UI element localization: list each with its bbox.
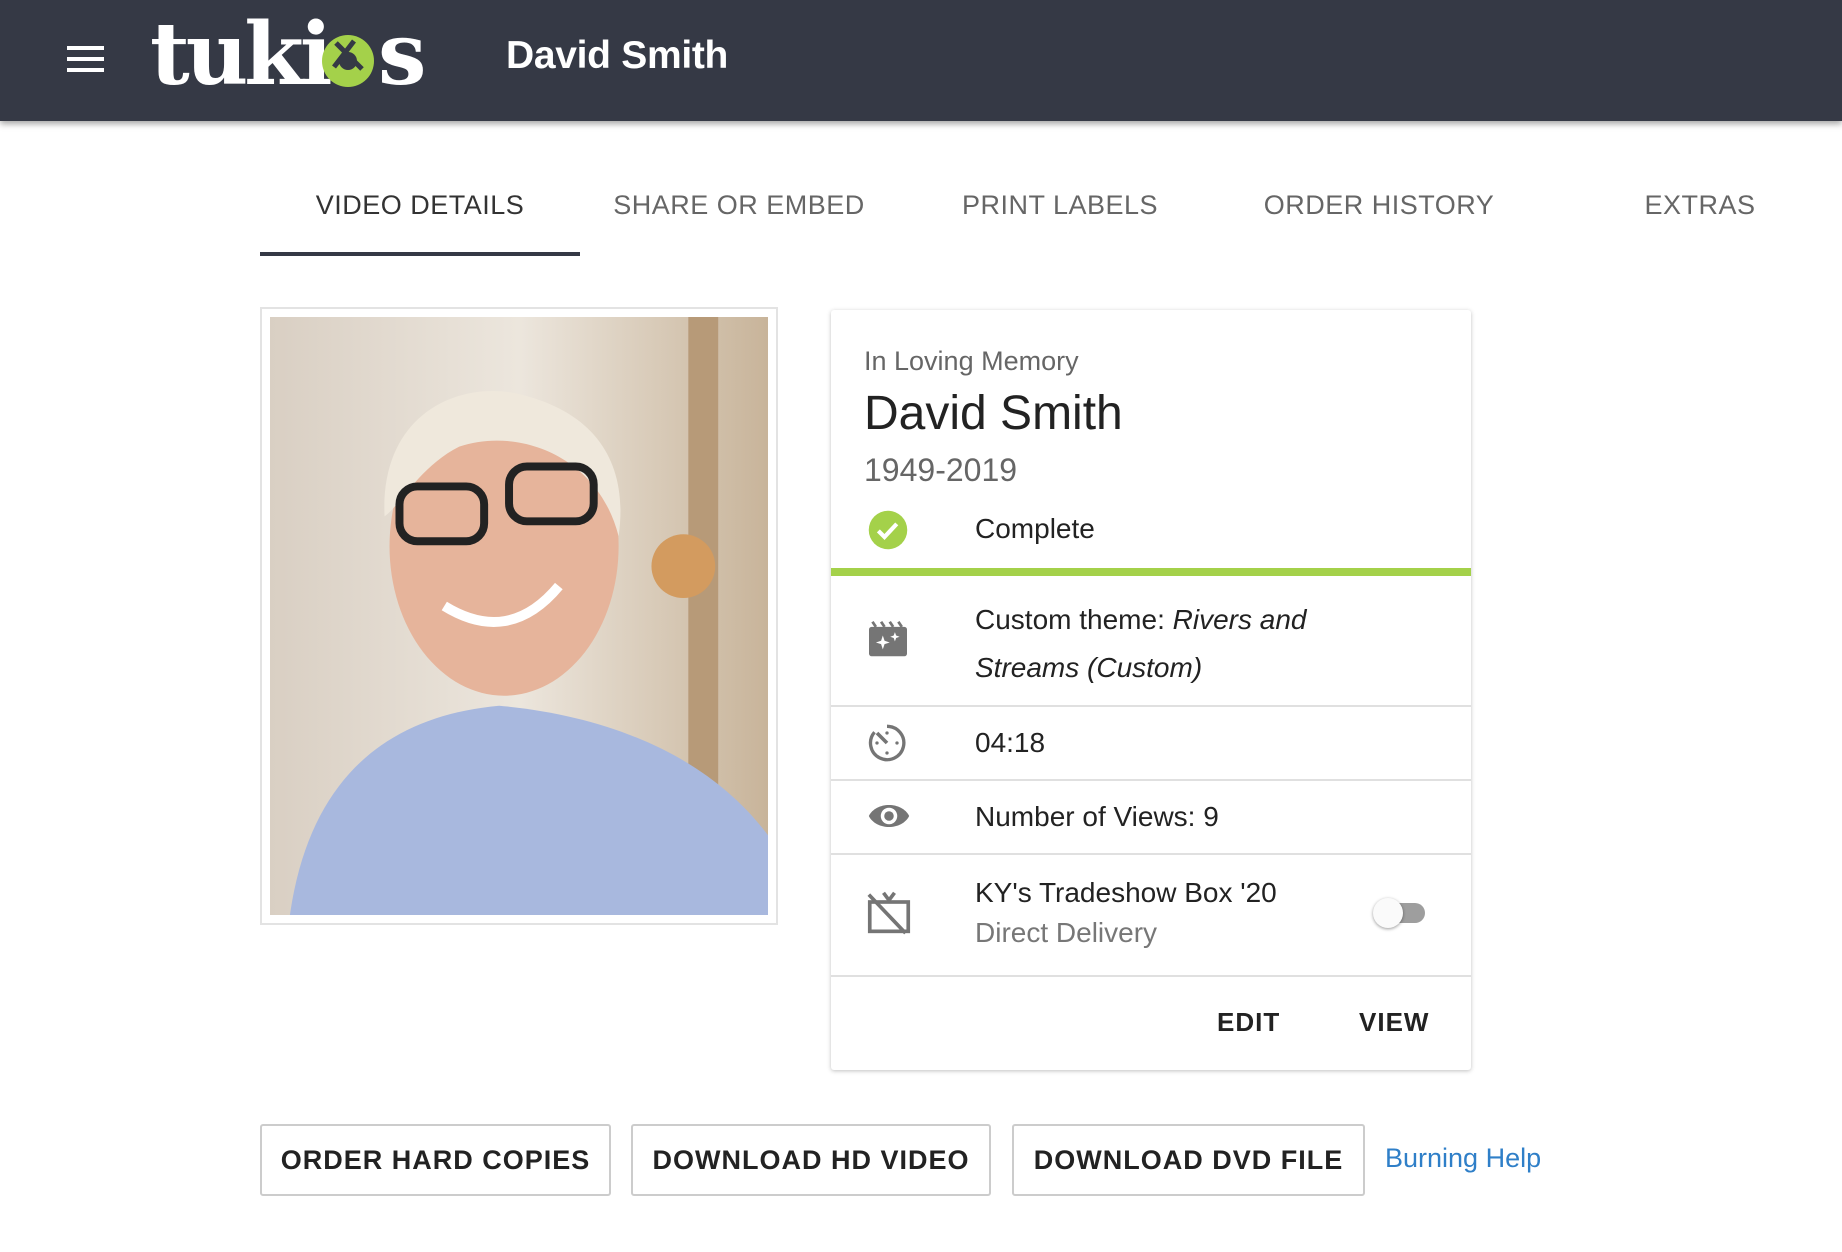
tukios-logo[interactable]: tuki s [150,14,470,98]
timer-icon [868,724,906,762]
portrait-photo [270,317,768,915]
hamburger-icon[interactable] [67,46,104,72]
status-text: Complete [975,513,1095,544]
order-hard-copies-button[interactable]: ORDER HARD COPIES [260,1124,611,1196]
svg-text:s: s [378,14,426,98]
tv-off-icon [867,891,911,935]
delivery-subtitle: Direct Delivery [975,917,1158,948]
movie-sparkle-icon [869,620,907,657]
duration-text: 04:18 [975,727,1046,758]
duration-row: 04:18 [831,705,1471,779]
check-circle-icon [868,510,908,550]
view-button[interactable]: VIEW [1359,1007,1429,1038]
svg-text:tuki: tuki [150,14,331,98]
edit-button[interactable]: EDIT [1217,1007,1280,1038]
tab-extras[interactable]: EXTRAS [1540,190,1842,256]
delivery-row: KY's Tradeshow Box '20 Direct Delivery [831,853,1471,975]
memorial-kicker: In Loving Memory [864,346,1079,376]
download-hd-video-button[interactable]: DOWNLOAD HD VIDEO [631,1124,991,1196]
progress-bar [831,568,1471,576]
video-details-card: In Loving Memory David Smith 1949-2019 C… [831,310,1471,1070]
download-dvd-file-button[interactable]: DOWNLOAD DVD FILE [1012,1124,1365,1196]
life-dates: 1949-2019 [864,452,1018,488]
portrait-frame [260,307,778,925]
header-title: David Smith [506,34,729,77]
burning-help-link[interactable]: Burning Help [1385,1143,1541,1174]
app-header: tuki s David Smith [0,0,1842,121]
tab-order-history[interactable]: ORDER HISTORY [1219,190,1539,256]
tab-print-labels[interactable]: PRINT LABELS [900,190,1220,256]
decedent-name: David Smith [864,387,1123,440]
tab-video-details[interactable]: VIDEO DETAILS [260,190,580,256]
theme-row: Custom theme: Rivers and Streams (Custom… [831,576,1471,705]
views-text: Number of Views: 9 [975,801,1219,832]
delivery-toggle[interactable] [1373,898,1425,928]
views-row: Number of Views: 9 [831,779,1471,853]
card-actions: EDIT VIEW [831,975,1471,1070]
delivery-title: KY's Tradeshow Box '20 [975,877,1277,908]
tab-share-or-embed[interactable]: SHARE OR EMBED [579,190,899,256]
theme-label: Custom theme: [975,604,1165,635]
eye-icon [868,805,910,827]
